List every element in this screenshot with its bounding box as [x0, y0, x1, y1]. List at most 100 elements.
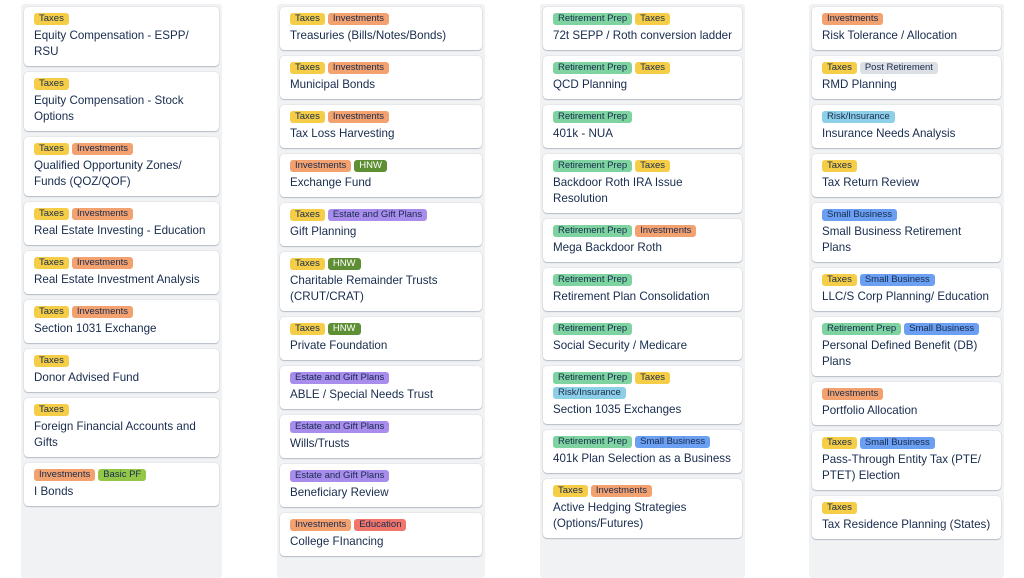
- label-investments[interactable]: Investments: [290, 519, 352, 531]
- task-card[interactable]: Taxes Equity Compensation - Stock Options: [24, 72, 219, 131]
- label-taxes[interactable]: Taxes: [290, 13, 325, 25]
- label-investments[interactable]: Investments: [34, 469, 96, 481]
- task-card[interactable]: Retirement Prep Small Business Personal De…: [812, 317, 1001, 376]
- label-retirement-prep[interactable]: Retirement Prep: [553, 323, 633, 335]
- task-card[interactable]: Retirement Prep Taxes 72t SEPP / Roth conv…: [543, 7, 742, 50]
- label-retirement-prep[interactable]: Retirement Prep: [553, 160, 633, 172]
- task-card[interactable]: Taxes Tax Residence Planning (States): [812, 496, 1001, 539]
- label-taxes[interactable]: Taxes: [34, 306, 69, 318]
- label-small-business[interactable]: Small Business: [859, 274, 935, 286]
- task-card[interactable]: Retirement Prep Investments Mega Backdoor …: [543, 219, 742, 262]
- label-investments[interactable]: Investments: [590, 485, 653, 497]
- label-small-business[interactable]: Small Business: [904, 323, 980, 335]
- label-taxes[interactable]: Taxes: [822, 274, 857, 286]
- label-retirement-prep[interactable]: Retirement Prep: [553, 274, 633, 286]
- task-card[interactable]: Investments Basic PF I Bonds: [24, 463, 219, 506]
- label-small-business[interactable]: Small Business: [859, 437, 935, 449]
- task-card[interactable]: Investments Education College FInancing: [280, 513, 482, 556]
- task-card[interactable]: Taxes Tax Return Review: [812, 154, 1001, 197]
- task-card[interactable]: Taxes Investments Real Estate Investment A…: [24, 251, 219, 294]
- label-estate-and-gift-plans[interactable]: Estate and Gift Plans: [327, 209, 428, 221]
- task-card[interactable]: Taxes Investments Section 1031 Exchange: [24, 300, 219, 343]
- label-taxes[interactable]: Taxes: [290, 258, 325, 270]
- task-card[interactable]: Taxes Small Business LLC/S Corp Planning/ …: [812, 268, 1001, 311]
- label-retirement-prep[interactable]: Retirement Prep: [553, 372, 633, 384]
- label-investments[interactable]: Investments: [71, 257, 134, 269]
- label-small-business[interactable]: Small Business: [822, 209, 897, 221]
- label-investments[interactable]: Investments: [635, 225, 697, 237]
- label-basic-pf[interactable]: Basic PF: [98, 469, 147, 481]
- label-investments[interactable]: Investments: [71, 208, 134, 220]
- label-investments[interactable]: Investments: [822, 388, 884, 400]
- task-card[interactable]: Retirement Prep Taxes Risk/Insurance Sectio…: [543, 366, 742, 424]
- task-card[interactable]: Taxes HNW Private Foundation: [280, 317, 482, 360]
- label-taxes[interactable]: Taxes: [290, 62, 325, 74]
- label-estate-and-gift-plans[interactable]: Estate and Gift Plans: [290, 421, 390, 433]
- task-card[interactable]: Taxes Investments Tax Loss Harvesting: [280, 105, 482, 148]
- label-education[interactable]: Education: [354, 519, 407, 531]
- task-card[interactable]: Retirement Prep Small Business 401k Plan S…: [543, 430, 742, 473]
- label-retirement-prep[interactable]: Retirement Prep: [553, 225, 633, 237]
- task-card[interactable]: Taxes Investments Active Hedging Strategie…: [543, 479, 742, 538]
- task-card[interactable]: Taxes Investments Treasuries (Bills/Notes/…: [280, 7, 482, 50]
- label-investments[interactable]: Investments: [71, 306, 134, 318]
- label-investments[interactable]: Investments: [327, 62, 390, 74]
- task-card[interactable]: Estate and Gift Plans Beneficiary Review: [280, 464, 482, 507]
- task-card[interactable]: Taxes Post Retirement RMD Planning: [812, 56, 1001, 99]
- label-taxes[interactable]: Taxes: [822, 160, 857, 172]
- label-taxes[interactable]: Taxes: [822, 437, 857, 449]
- label-hnw[interactable]: HNW: [354, 160, 387, 172]
- label-taxes[interactable]: Taxes: [290, 323, 325, 335]
- task-card[interactable]: Taxes HNW Charitable Remainder Trusts (CRU…: [280, 252, 482, 311]
- task-card[interactable]: Taxes Investments Qualified Opportunity Zo…: [24, 137, 219, 196]
- task-card[interactable]: Investments Portfolio Allocation: [812, 382, 1001, 425]
- label-taxes[interactable]: Taxes: [290, 111, 325, 123]
- task-card[interactable]: Taxes Estate and Gift Plans Gift Planning: [280, 203, 482, 246]
- label-taxes[interactable]: Taxes: [635, 160, 670, 172]
- label-post-retirement[interactable]: Post Retirement: [859, 62, 938, 74]
- task-card[interactable]: Estate and Gift Plans ABLE / Special Need…: [280, 366, 482, 409]
- label-retirement-prep[interactable]: Retirement Prep: [553, 436, 633, 448]
- task-card[interactable]: Retirement Prep Taxes QCD Planning: [543, 56, 742, 99]
- task-card[interactable]: Retirement Prep Retirement Plan Consolida…: [543, 268, 742, 311]
- label-investments[interactable]: Investments: [327, 111, 390, 123]
- task-card[interactable]: Taxes Investments Real Estate Investing - …: [24, 202, 219, 245]
- label-taxes[interactable]: Taxes: [635, 13, 670, 25]
- label-retirement-prep[interactable]: Retirement Prep: [553, 13, 633, 25]
- label-taxes[interactable]: Taxes: [34, 208, 69, 220]
- task-card[interactable]: Risk/Insurance Insurance Needs Analysis: [812, 105, 1001, 148]
- label-taxes[interactable]: Taxes: [822, 62, 857, 74]
- task-card[interactable]: Investments Risk Tolerance / Allocation: [812, 7, 1001, 50]
- label-taxes[interactable]: Taxes: [553, 485, 588, 497]
- task-card[interactable]: Taxes Investments Municipal Bonds: [280, 56, 482, 99]
- label-investments[interactable]: Investments: [822, 13, 884, 25]
- label-taxes[interactable]: Taxes: [290, 209, 325, 221]
- label-taxes[interactable]: Taxes: [635, 62, 670, 74]
- label-retirement-prep[interactable]: Retirement Prep: [822, 323, 902, 335]
- label-small-business[interactable]: Small Business: [635, 436, 711, 448]
- label-retirement-prep[interactable]: Retirement Prep: [553, 62, 633, 74]
- label-taxes[interactable]: Taxes: [34, 13, 69, 25]
- label-taxes[interactable]: Taxes: [34, 355, 69, 367]
- label-taxes[interactable]: Taxes: [822, 502, 857, 514]
- label-estate-and-gift-plans[interactable]: Estate and Gift Plans: [290, 372, 390, 384]
- label-risk-insurance[interactable]: Risk/Insurance: [553, 387, 626, 399]
- label-risk-insurance[interactable]: Risk/Insurance: [822, 111, 895, 123]
- task-card[interactable]: Taxes Equity Compensation - ESPP/ RSU: [24, 7, 219, 66]
- task-card[interactable]: Retirement Prep Social Security / Medicar…: [543, 317, 742, 360]
- label-investments[interactable]: Investments: [290, 160, 352, 172]
- task-card[interactable]: Investments HNW Exchange Fund: [280, 154, 482, 197]
- task-card[interactable]: Small Business Small Business Retirement …: [812, 203, 1001, 262]
- task-card[interactable]: Taxes Small Business Pass-Through Entity T…: [812, 431, 1001, 490]
- task-card[interactable]: Taxes Foreign Financial Accounts and Gift…: [24, 398, 219, 457]
- label-investments[interactable]: Investments: [71, 143, 134, 155]
- label-taxes[interactable]: Taxes: [34, 143, 69, 155]
- label-hnw[interactable]: HNW: [327, 258, 361, 270]
- label-hnw[interactable]: HNW: [327, 323, 361, 335]
- task-card[interactable]: Retirement Prep 401k - NUA: [543, 105, 742, 148]
- task-card[interactable]: Estate and Gift Plans Wills/Trusts: [280, 415, 482, 458]
- label-taxes[interactable]: Taxes: [34, 404, 69, 416]
- label-investments[interactable]: Investments: [327, 13, 390, 25]
- label-taxes[interactable]: Taxes: [34, 257, 69, 269]
- label-estate-and-gift-plans[interactable]: Estate and Gift Plans: [290, 470, 390, 482]
